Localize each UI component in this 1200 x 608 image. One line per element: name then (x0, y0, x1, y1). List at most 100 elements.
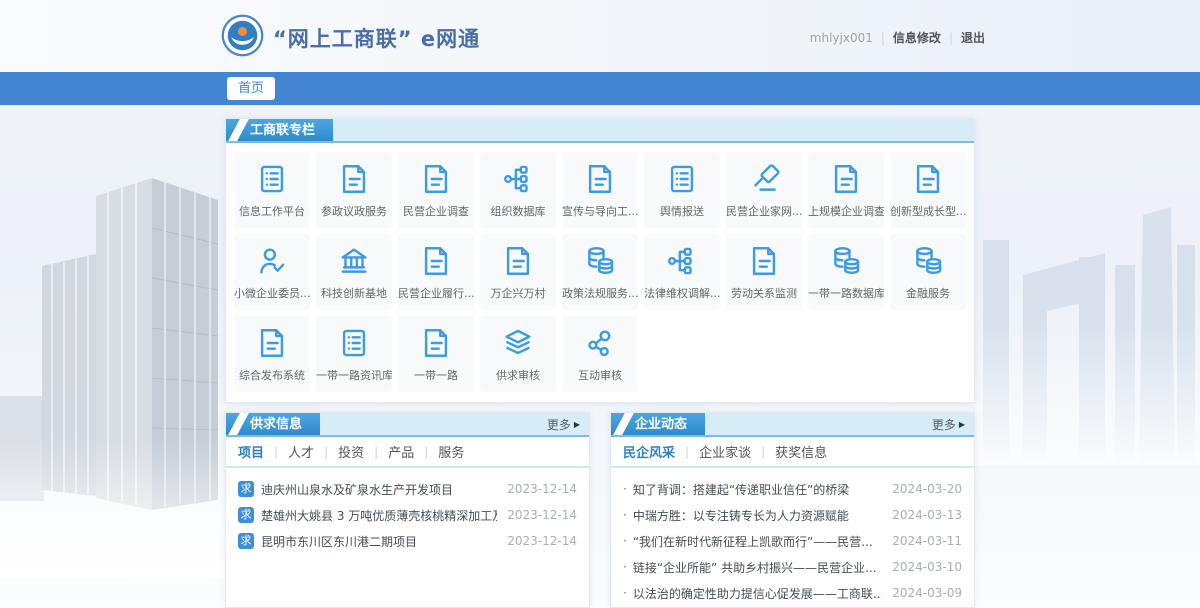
app-tile-label: 民营企业调查 (403, 203, 469, 219)
app-tile-label: 一带一路资讯库 (316, 367, 392, 383)
news-list-item[interactable]: ·中瑞方胜：以专注铸专长为人力资源赋能2024-03-13 (623, 502, 962, 528)
demand-badge: 求 (238, 481, 254, 497)
right-skyline-image (975, 145, 1200, 465)
header-separator: | (949, 31, 953, 45)
bullet-icon: · (623, 586, 627, 600)
app-tile[interactable]: 创新型成长型... (890, 152, 966, 228)
app-tile-label: 万企兴万村 (491, 285, 546, 301)
app-tile[interactable]: 民营企业家网... (726, 152, 802, 228)
supply-list: 求迪庆州山泉水及矿泉水生产开发项目2023-12-14求楚雄州大姚县 3 万吨优… (226, 468, 589, 554)
doc-icon (419, 244, 453, 278)
app-tile[interactable]: 小微企业委员... (234, 234, 310, 310)
app-tile[interactable]: 法律维权调解... (644, 234, 720, 310)
sub-tab[interactable]: 企业家谈 (699, 442, 751, 461)
panel-header: 供求信息 更多 ▶ (226, 413, 589, 437)
app-tile-label: 民营企业家网... (726, 203, 802, 219)
edit-info-link[interactable]: 信息修改 (893, 29, 941, 46)
app-tile[interactable]: 互动审核 (562, 316, 638, 392)
app-tile[interactable]: 民营企业履行... (398, 234, 474, 310)
app-tile-label: 创新型成长型... (890, 203, 966, 219)
sub-tab[interactable]: 服务 (438, 442, 464, 461)
supply-list-item[interactable]: 求迪庆州山泉水及矿泉水生产开发项目2023-12-14 (238, 476, 577, 502)
app-tile[interactable]: 民营企业调查 (398, 152, 474, 228)
news-tab-row: 民企风采|企业家谈|获奖信息 (611, 437, 974, 468)
supply-demand-panel: 供求信息 更多 ▶ 项目|人才|投资|产品|服务 求迪庆州山泉水及矿泉水生产开发… (225, 412, 590, 608)
tab-separator: | (274, 445, 278, 459)
sub-tab[interactable]: 获奖信息 (775, 442, 827, 461)
app-tile-label: 参政议政服务 (321, 203, 387, 219)
app-tile[interactable]: 一带一路 (398, 316, 474, 392)
sub-tab[interactable]: 民企风采 (623, 442, 675, 461)
item-date: 2023-12-14 (507, 508, 577, 522)
app-tile[interactable]: 上规模企业调查 (808, 152, 884, 228)
gavel-icon (747, 162, 781, 196)
app-tile[interactable]: 一带一路数据库 (808, 234, 884, 310)
supply-list-item[interactable]: 求昆明市东川区东川港二期项目2023-12-14 (238, 528, 577, 554)
bullet-icon: · (623, 508, 627, 522)
app-tile[interactable]: 万企兴万村 (480, 234, 556, 310)
item-title: 链接“企业所能” 共助乡村振兴——民营企业... (633, 559, 882, 576)
panel-header: 工商联专栏 (226, 119, 974, 143)
app-tile-label: 金融服务 (906, 285, 950, 301)
doc-list-icon (665, 162, 699, 196)
doc-icon (255, 326, 289, 360)
app-tile-label: 互动审核 (578, 367, 622, 383)
news-list-item[interactable]: ·“我们在新时代新征程上凯歌而行”——民营...2024-03-11 (623, 528, 962, 554)
share-nodes-icon (583, 326, 617, 360)
more-arrow-icon: ▶ (574, 420, 580, 429)
site-title: “网上工商联” e网通 (273, 23, 480, 53)
item-date: 2024-03-10 (892, 560, 962, 574)
app-tile[interactable]: 科技创新基地 (316, 234, 392, 310)
app-tile[interactable]: 金融服务 (890, 234, 966, 310)
app-tile[interactable]: 劳动关系监测 (726, 234, 802, 310)
app-tile[interactable]: 宣传与导向工... (562, 152, 638, 228)
app-tile-label: 政策法规服务... (562, 285, 638, 301)
navbar: 首页 (0, 72, 1200, 105)
app-tile[interactable]: 一带一路资讯库 (316, 316, 392, 392)
news-list-item[interactable]: ·链接“企业所能” 共助乡村振兴——民营企业...2024-03-10 (623, 554, 962, 580)
database-icon (583, 244, 617, 278)
supply-list-item[interactable]: 求楚雄州大姚县 3 万吨优质薄壳核桃精深加工及科...2023-12-14 (238, 502, 577, 528)
item-title: 昆明市东川区东川港二期项目 (261, 533, 497, 550)
news-list-item[interactable]: ·以法治的确定性助力提信心促发展——工商联...2024-03-09 (623, 580, 962, 606)
left-buildings-image (0, 138, 238, 578)
sub-tab[interactable]: 投资 (338, 442, 364, 461)
app-tile[interactable]: 组织数据库 (480, 152, 556, 228)
item-title: 楚雄州大姚县 3 万吨优质薄壳核桃精深加工及科... (261, 507, 497, 524)
layers-icon (501, 326, 535, 360)
doc-list-icon (337, 326, 371, 360)
app-tile[interactable]: 参政议政服务 (316, 152, 392, 228)
enterprise-news-panel: 企业动态 更多 ▶ 民企风采|企业家谈|获奖信息 ·知了背调：搭建起“传递职业信… (610, 412, 975, 608)
sub-tab[interactable]: 产品 (388, 442, 414, 461)
doc-icon (337, 162, 371, 196)
app-tile-label: 一带一路数据库 (808, 285, 884, 301)
sub-tab[interactable]: 项目 (238, 442, 264, 461)
bullet-icon: · (623, 534, 627, 548)
more-link[interactable]: 更多 ▶ (932, 413, 974, 435)
username: mhlyjx001 (810, 31, 873, 45)
doc-icon (501, 244, 535, 278)
database-icon (829, 244, 863, 278)
app-tile-label: 组织数据库 (491, 203, 546, 219)
more-link[interactable]: 更多 ▶ (547, 413, 589, 435)
database-icon (911, 244, 945, 278)
app-tile[interactable]: 综合发布系统 (234, 316, 310, 392)
federation-emblem-icon (221, 14, 264, 57)
app-tile-label: 法律维权调解... (644, 285, 720, 301)
sub-tab[interactable]: 人才 (288, 442, 314, 461)
logout-link[interactable]: 退出 (961, 29, 985, 46)
news-list-item[interactable]: ·知了背调：搭建起“传递职业信任”的桥梁2024-03-20 (623, 476, 962, 502)
app-tile[interactable]: 政策法规服务... (562, 234, 638, 310)
app-tile[interactable]: 舆情报送 (644, 152, 720, 228)
more-label: 更多 (547, 416, 571, 433)
item-date: 2023-12-14 (507, 482, 577, 496)
nav-tab-home[interactable]: 首页 (227, 77, 275, 100)
app-tile-label: 信息工作平台 (239, 203, 305, 219)
app-tile-label: 上规模企业调查 (808, 203, 884, 219)
item-date: 2023-12-14 (507, 534, 577, 548)
app-tile[interactable]: 信息工作平台 (234, 152, 310, 228)
item-title: “我们在新时代新征程上凯歌而行”——民营... (633, 533, 882, 550)
doc-icon (419, 326, 453, 360)
item-title: 知了背调：搭建起“传递职业信任”的桥梁 (633, 481, 882, 498)
app-tile[interactable]: 供求审核 (480, 316, 556, 392)
